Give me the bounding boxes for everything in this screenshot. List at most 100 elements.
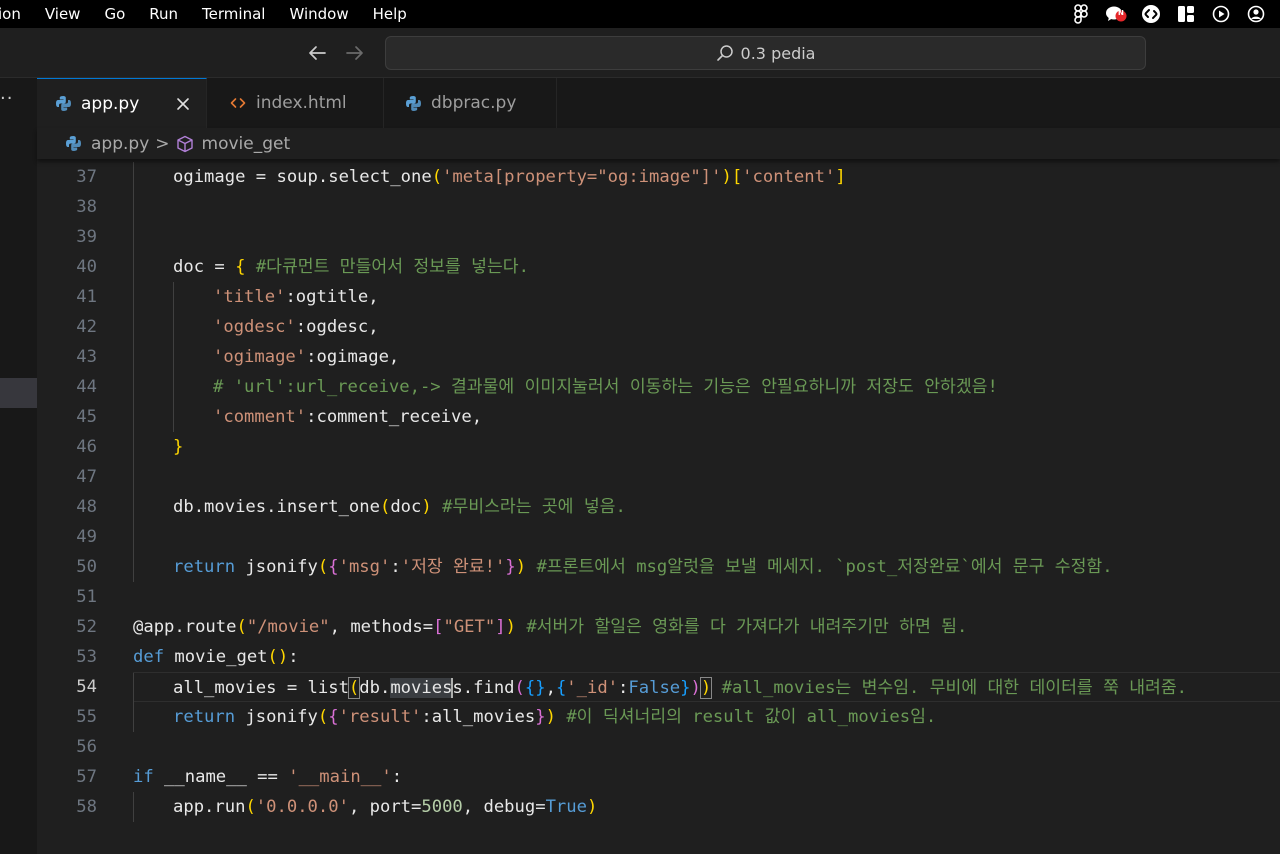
tab-app-py[interactable]: app.py [37,78,207,128]
menu-window[interactable]: Window [277,0,360,28]
command-center-search[interactable]: 0.3 pedia [385,36,1146,70]
code-token: doc [390,497,422,517]
figma-icon[interactable] [1070,3,1092,25]
code-line[interactable]: 46} [37,432,1280,462]
code-line[interactable]: 47 [37,462,1280,492]
code-token: :comment_receive, [306,407,483,427]
code-token: # 'url':url_receive,-> 결과물에 이미지눌러서 이동하는 … [213,377,998,397]
code-token: ) [699,677,713,699]
code-content [133,222,1280,252]
breadcrumb-symbol[interactable]: movie_get [202,134,291,154]
line-number: 47 [76,467,97,487]
code-text: 'ogdesc':ogdesc, [213,312,379,342]
code-line[interactable]: 37 ogimage = soup.select_one('meta[proper… [37,162,1280,192]
indent-guide [173,402,174,432]
layout-icon[interactable] [1175,3,1197,25]
code-token: jsonify [235,557,318,577]
code-token: 5000 [421,797,463,817]
code-content [133,732,1280,762]
code-line[interactable]: 49 [37,522,1280,552]
code-line[interactable]: 40 doc = { #다큐먼트 만들어서 정보를 넣는다. [37,252,1280,282]
code-token: [ [433,617,444,637]
code-token: def [133,647,165,667]
code-line[interactable]: 55 return jsonify({'result':all_movies}) … [37,702,1280,732]
menu-ion[interactable]: ion [0,0,33,28]
code-content: def movie_get(): [133,642,1280,672]
forward-arrow-icon[interactable] [344,42,366,64]
code-token: '저장 완료!' [400,557,506,577]
code-token: return [173,707,236,727]
code-text: } [173,432,183,462]
command-center-label: 0.3 pedia [740,43,816,63]
code-content: # 'url':url_receive,-> 결과물에 이미지눌러서 이동하는 … [133,372,1280,402]
back-arrow-icon[interactable] [306,42,328,64]
code-line[interactable]: 45 'comment':comment_receive, [37,402,1280,432]
code-line[interactable]: 48 db.movies.insert_one(doc) #무비스라는 곳에 넣음… [37,492,1280,522]
code-token: all_movies = list [173,678,349,698]
menu-go[interactable]: Go [92,0,137,28]
chat-notification-icon[interactable]: N [1105,3,1127,25]
code-token: 'title' [213,287,286,307]
code-token: "/movie" [246,617,330,637]
line-number: 40 [76,257,97,277]
user-account-icon[interactable] [1245,3,1267,25]
code-line[interactable]: 53 def movie_get(): [37,642,1280,672]
line-number: 45 [76,407,97,427]
tab-index-html[interactable]: index.html [207,78,384,128]
code-token: ( [431,167,443,187]
indent-guide [133,162,134,192]
indent-guide [133,192,134,222]
code-line[interactable]: 58 app.run('0.0.0.0', port=5000, debug=Tr… [37,792,1280,822]
shazam-icon[interactable] [1140,3,1162,25]
code-token: : [288,647,299,667]
more-actions-icon[interactable]: ·· [0,88,13,109]
code-line[interactable]: 57 if __name__ == '__main__': [37,762,1280,792]
code-token: ( [236,617,247,637]
code-line[interactable]: 54 all_movies = list(db.moviess.find({},{… [37,672,1280,703]
tab-label: dbprac.py [431,93,517,113]
code-token: () [267,647,289,667]
code-line[interactable]: 38 [37,192,1280,222]
code-token: } [680,678,691,698]
tab-dbprac-py[interactable]: dbprac.py [384,78,557,128]
code-token: "GET" [443,617,496,637]
code-text: def movie_get(): [133,642,299,672]
code-editor[interactable]: 37 ogimage = soup.select_one('meta[proper… [37,159,1280,854]
code-token: : [618,678,629,698]
code-token: ) [505,617,516,637]
menu-run[interactable]: Run [137,0,190,28]
code-token: ( [245,797,256,817]
code-content [133,462,1280,492]
code-line[interactable]: 56 [37,732,1280,762]
code-token: jsonify [235,707,318,727]
menu-terminal[interactable]: Terminal [190,0,277,28]
code-line[interactable]: 51 [37,582,1280,612]
indent-guide [133,222,134,252]
code-token: 'comment' [213,407,307,427]
code-text: return jsonify({'result':all_movies}) #이… [173,702,936,732]
code-line[interactable]: 44 # 'url':url_receive,-> 결과물에 이미지눌러서 이동하… [37,372,1280,402]
menu-help[interactable]: Help [361,0,419,28]
code-line[interactable]: 43 'ogimage':ogimage, [37,342,1280,372]
code-token: #무비스라는 곳에 넣음. [442,497,626,517]
code-text: app.run('0.0.0.0', port=5000, debug=True… [173,792,597,822]
code-token: [ [731,167,743,187]
close-icon[interactable] [175,96,191,112]
indent-guide [133,552,134,582]
code-token: @app.route [133,617,237,637]
code-line[interactable]: 52 @app.route("/movie", methods=["GET"]) … [37,612,1280,642]
code-token: :ogtitle, [285,287,379,307]
code-content: } [133,432,1280,462]
breadcrumb-file[interactable]: app.py [91,134,149,154]
code-token: db. [359,678,391,698]
code-token: ( [317,557,329,577]
play-circle-icon[interactable] [1210,3,1232,25]
code-line[interactable]: 39 [37,222,1280,252]
code-line[interactable]: 41 'title':ogtitle, [37,282,1280,312]
line-number: 57 [76,767,97,787]
code-line[interactable]: 42 'ogdesc':ogdesc, [37,312,1280,342]
menu-view[interactable]: View [33,0,93,28]
code-line[interactable]: 50 return jsonify({'msg':'저장 완료!'}) #프론트에… [37,552,1280,582]
